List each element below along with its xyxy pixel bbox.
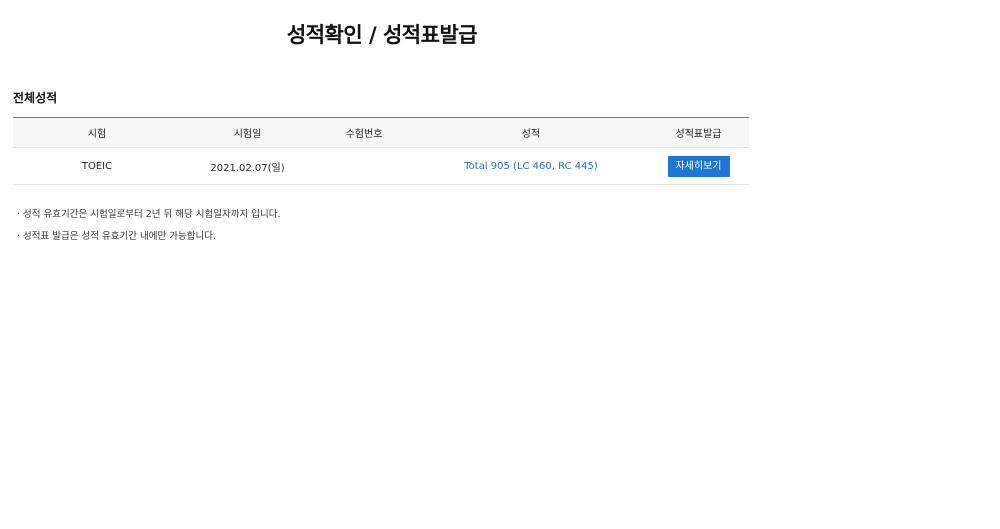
note-validity-period: 성적 유효기간은 시험일로부터 2년 뒤 해당 시험일자까지 입니다. — [17, 209, 280, 231]
report-cell: 자세히보기 — [648, 147, 749, 185]
section-title: 전체성적 — [13, 91, 58, 105]
view-details-button[interactable]: 자세히보기 — [667, 155, 730, 177]
score-table-body: TOEIC 2021.02.07(일) Total 905 (LC 460, R… — [13, 147, 749, 185]
exam-cell: TOEIC — [13, 147, 181, 185]
header-row: 시험 시험일 수험번호 성적 성적표발급 — [13, 117, 749, 148]
table-row: TOEIC 2021.02.07(일) Total 905 (LC 460, R… — [13, 147, 749, 185]
notes-list: 성적 유효기간은 시험일로부터 2년 뒤 해당 시험일자까지 입니다. 성적표 … — [17, 209, 281, 253]
date-cell: 2021.02.07(일) — [181, 147, 314, 185]
score-link[interactable]: Total 905 (LC 460, RC 445) — [464, 161, 597, 172]
score-cell: Total 905 (LC 460, RC 445) — [414, 147, 648, 185]
score-table: 시험 시험일 수험번호 성적 성적표발급 TOEIC 2021.02.07(일)… — [13, 117, 749, 185]
column-header-score: 성적 — [414, 117, 648, 148]
column-header-report: 성적표발급 — [648, 117, 749, 148]
page: 성적확인 / 성적표발급 전체성적 시험 시험일 수험번호 성적 성적표발급 T… — [0, 0, 1000, 529]
page-title: 성적확인 / 성적표발급 — [286, 23, 478, 47]
column-header-exam: 시험 — [13, 117, 181, 148]
note-report-issuance: 성적표 발급은 성적 유효기간 내에만 가능합니다. — [17, 231, 281, 253]
score-table-header: 시험 시험일 수험번호 성적 성적표발급 — [13, 117, 749, 148]
column-header-registration-number: 수험번호 — [314, 117, 414, 148]
column-header-date: 시험일 — [181, 117, 314, 148]
registration-number-cell — [314, 147, 414, 185]
